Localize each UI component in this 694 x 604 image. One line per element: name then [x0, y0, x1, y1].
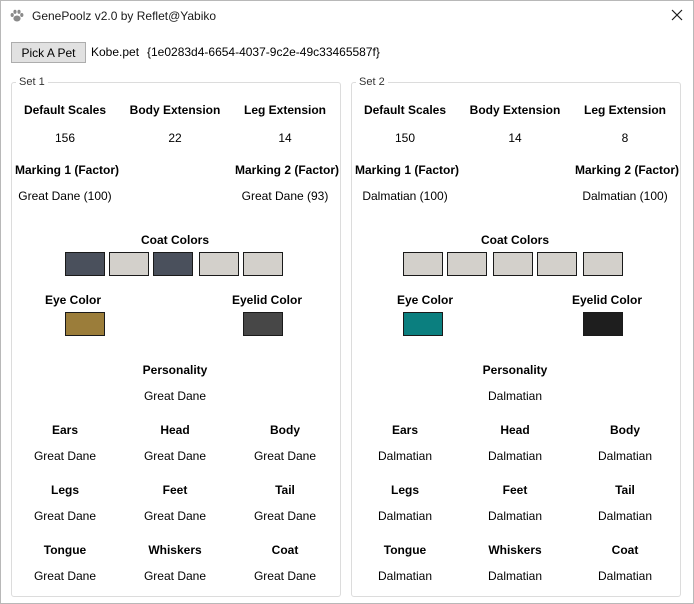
eyelid-color-swatch — [243, 312, 283, 336]
coat-color-swatch — [447, 252, 487, 276]
default-scales-label: Default Scales — [363, 103, 447, 117]
eye-color-swatch — [403, 312, 443, 336]
head-label: Head — [160, 423, 190, 437]
coat-value: Great Dane — [253, 569, 317, 583]
legs-value: Great Dane — [33, 509, 97, 523]
body-label: Body — [270, 423, 300, 437]
feet-value: Great Dane — [143, 509, 207, 523]
body-label: Body — [610, 423, 640, 437]
coat-color-swatch — [583, 252, 623, 276]
tail-value: Great Dane — [253, 509, 317, 523]
feet-label: Feet — [502, 483, 528, 497]
eyelid-color-swatch — [583, 312, 623, 336]
marking-1-label: Marking 1 (Factor) — [355, 163, 460, 177]
body-value: Great Dane — [253, 449, 317, 463]
eyelid-color-label: Eyelid Color — [231, 293, 302, 307]
coat-color-swatch — [153, 252, 193, 276]
window-title: GenePoolz v2.0 by Reflet@Yabiko — [32, 9, 217, 23]
pick-pet-button[interactable]: Pick A Pet — [11, 42, 86, 63]
whiskers-value: Great Dane — [143, 569, 207, 583]
marking-2-value: Great Dane (93) — [241, 189, 329, 203]
marking-2-label: Marking 2 (Factor) — [235, 163, 340, 177]
eyelid-color-label: Eyelid Color — [571, 293, 642, 307]
legs-value: Dalmatian — [377, 509, 433, 523]
set-2-group: Set 2 Default Scales Body Extension Leg … — [351, 76, 681, 597]
leg-extension-label: Leg Extension — [243, 103, 326, 117]
tongue-label: Tongue — [383, 543, 427, 557]
leg-extension-value: 8 — [621, 131, 629, 145]
set-1-group: Set 1 Default Scales Body Extension Leg … — [11, 76, 341, 597]
body-extension-value: 14 — [508, 131, 522, 145]
ears-label: Ears — [391, 423, 419, 437]
coat-color-swatch — [109, 252, 149, 276]
coat-colors-label: Coat Colors — [480, 233, 549, 247]
body-value: Dalmatian — [597, 449, 653, 463]
personality-value: Dalmatian — [487, 389, 543, 403]
ears-value: Dalmatian — [377, 449, 433, 463]
eye-color-swatch — [65, 312, 105, 336]
body-extension-label: Body Extension — [129, 103, 221, 117]
leg-extension-label: Leg Extension — [583, 103, 666, 117]
default-scales-label: Default Scales — [23, 103, 107, 117]
set-legend: Set 1 — [16, 76, 48, 88]
head-value: Great Dane — [143, 449, 207, 463]
ears-label: Ears — [51, 423, 79, 437]
legs-label: Legs — [390, 483, 419, 497]
whiskers-value: Dalmatian — [487, 569, 543, 583]
default-scales-value: 156 — [54, 131, 76, 145]
legs-label: Legs — [50, 483, 79, 497]
eye-color-label: Eye Color — [44, 293, 101, 307]
tail-value: Dalmatian — [597, 509, 653, 523]
marking-1-label: Marking 1 (Factor) — [15, 163, 120, 177]
pet-guid: {1e0283d4-6654-4037-9c2e-49c33465587f} — [147, 45, 380, 59]
coat-color-swatch — [65, 252, 105, 276]
tongue-value: Dalmatian — [377, 569, 433, 583]
eye-color-label: Eye Color — [396, 293, 453, 307]
close-icon — [671, 9, 683, 24]
feet-value: Dalmatian — [487, 509, 543, 523]
leg-extension-value: 14 — [278, 131, 292, 145]
coat-value: Dalmatian — [597, 569, 653, 583]
tail-label: Tail — [615, 483, 635, 497]
whiskers-label: Whiskers — [488, 543, 542, 557]
feet-label: Feet — [162, 483, 188, 497]
title-bar[interactable]: GenePoolz v2.0 by Reflet@Yabiko — [1, 1, 693, 32]
coat-color-swatch — [199, 252, 239, 276]
marking-1-value: Dalmatian (100) — [362, 189, 448, 203]
tongue-value: Great Dane — [33, 569, 97, 583]
head-value: Dalmatian — [487, 449, 543, 463]
personality-label: Personality — [482, 363, 548, 377]
close-button[interactable] — [663, 3, 691, 29]
personality-value: Great Dane — [143, 389, 207, 403]
tongue-label: Tongue — [43, 543, 87, 557]
coat-color-swatch — [493, 252, 533, 276]
paw-icon — [9, 8, 25, 24]
head-label: Head — [500, 423, 530, 437]
coat-color-swatch — [403, 252, 443, 276]
coat-label: Coat — [271, 543, 299, 557]
marking-2-value: Dalmatian (100) — [582, 189, 668, 203]
coat-label: Coat — [611, 543, 639, 557]
pet-file-name: Kobe.pet — [91, 45, 140, 59]
app-window: GenePoolz v2.0 by Reflet@Yabiko Pick A P… — [0, 0, 694, 604]
set-legend: Set 2 — [356, 76, 388, 88]
personality-label: Personality — [142, 363, 208, 377]
whiskers-label: Whiskers — [148, 543, 202, 557]
default-scales-value: 150 — [394, 131, 416, 145]
body-extension-value: 22 — [168, 131, 182, 145]
marking-1-value: Great Dane (100) — [18, 189, 112, 203]
ears-value: Great Dane — [33, 449, 97, 463]
body-extension-label: Body Extension — [469, 103, 561, 117]
coat-colors-label: Coat Colors — [140, 233, 209, 247]
coat-color-swatch — [537, 252, 577, 276]
coat-color-swatch — [243, 252, 283, 276]
tail-label: Tail — [275, 483, 295, 497]
main-content: Pick A Pet Kobe.pet {1e0283d4-6654-4037-… — [1, 32, 693, 603]
marking-2-label: Marking 2 (Factor) — [575, 163, 680, 177]
